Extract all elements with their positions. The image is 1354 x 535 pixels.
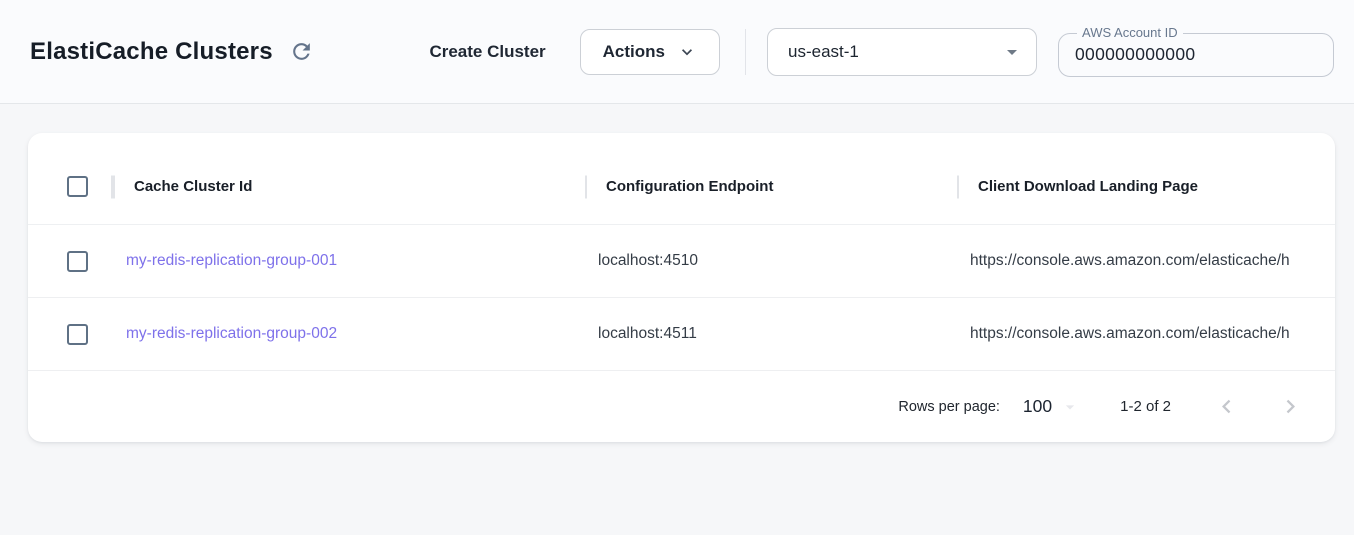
region-select-value: us-east-1 bbox=[788, 42, 859, 62]
chevron-left-icon bbox=[1213, 393, 1240, 420]
pagination-range-label: 1-2 of 2 bbox=[1120, 398, 1171, 415]
aws-account-id-label: AWS Account ID bbox=[1077, 26, 1183, 40]
column-header-client-download-landing-page[interactable]: Client Download Landing Page bbox=[957, 149, 1335, 224]
actions-button-label: Actions bbox=[603, 42, 665, 62]
chevron-right-icon bbox=[1277, 393, 1304, 420]
previous-page-button[interactable] bbox=[1209, 390, 1243, 424]
refresh-button[interactable] bbox=[288, 38, 316, 66]
table-header-row: Cache Cluster Id Configuration Endpoint … bbox=[28, 149, 1335, 225]
clusters-table-card: Cache Cluster Id Configuration Endpoint … bbox=[28, 133, 1335, 442]
toolbar-divider bbox=[745, 29, 746, 75]
select-all-cell bbox=[28, 149, 113, 224]
row-select-cell bbox=[28, 251, 113, 272]
refresh-icon bbox=[289, 39, 314, 64]
rows-per-page-label: Rows per page: bbox=[898, 399, 1000, 415]
rows-per-page-value: 100 bbox=[1023, 396, 1052, 417]
create-cluster-button[interactable]: Create Cluster bbox=[429, 42, 545, 62]
row-checkbox[interactable] bbox=[67, 324, 88, 345]
select-all-checkbox[interactable] bbox=[67, 176, 88, 197]
landing-page-cell: https://console.aws.amazon.com/elasticac… bbox=[957, 325, 1335, 343]
landing-page-cell: https://console.aws.amazon.com/elasticac… bbox=[957, 252, 1335, 270]
cluster-id-link[interactable]: my-redis-replication-group-001 bbox=[126, 252, 337, 269]
table-row: my-redis-replication-group-001 localhost… bbox=[28, 225, 1335, 298]
column-header-configuration-endpoint[interactable]: Configuration Endpoint bbox=[585, 149, 957, 224]
rows-per-page-select[interactable]: 100 bbox=[1023, 396, 1080, 417]
toolbar: ElastiCache Clusters Create Cluster Acti… bbox=[0, 0, 1354, 104]
cluster-id-link[interactable]: my-redis-replication-group-002 bbox=[126, 325, 337, 342]
arrow-drop-down-icon bbox=[1060, 397, 1080, 417]
arrow-drop-down-icon bbox=[1000, 40, 1024, 64]
aws-account-id-input[interactable] bbox=[1073, 41, 1319, 67]
row-checkbox[interactable] bbox=[67, 251, 88, 272]
column-header-cache-cluster-id[interactable]: Cache Cluster Id bbox=[113, 149, 585, 224]
table-row: my-redis-replication-group-002 localhost… bbox=[28, 298, 1335, 371]
actions-button[interactable]: Actions bbox=[580, 29, 720, 75]
next-page-button[interactable] bbox=[1273, 390, 1307, 424]
page-title: ElastiCache Clusters bbox=[30, 38, 273, 66]
row-select-cell bbox=[28, 324, 113, 345]
cluster-id-cell: my-redis-replication-group-001 bbox=[113, 252, 585, 270]
pagination-bar: Rows per page: 100 1-2 of 2 bbox=[28, 371, 1335, 442]
chevron-down-icon bbox=[677, 42, 697, 62]
aws-account-id-field: AWS Account ID bbox=[1058, 26, 1334, 76]
cluster-id-cell: my-redis-replication-group-002 bbox=[113, 325, 585, 343]
endpoint-cell: localhost:4511 bbox=[585, 325, 957, 343]
endpoint-cell: localhost:4510 bbox=[585, 252, 957, 270]
region-select[interactable]: us-east-1 bbox=[767, 28, 1037, 76]
